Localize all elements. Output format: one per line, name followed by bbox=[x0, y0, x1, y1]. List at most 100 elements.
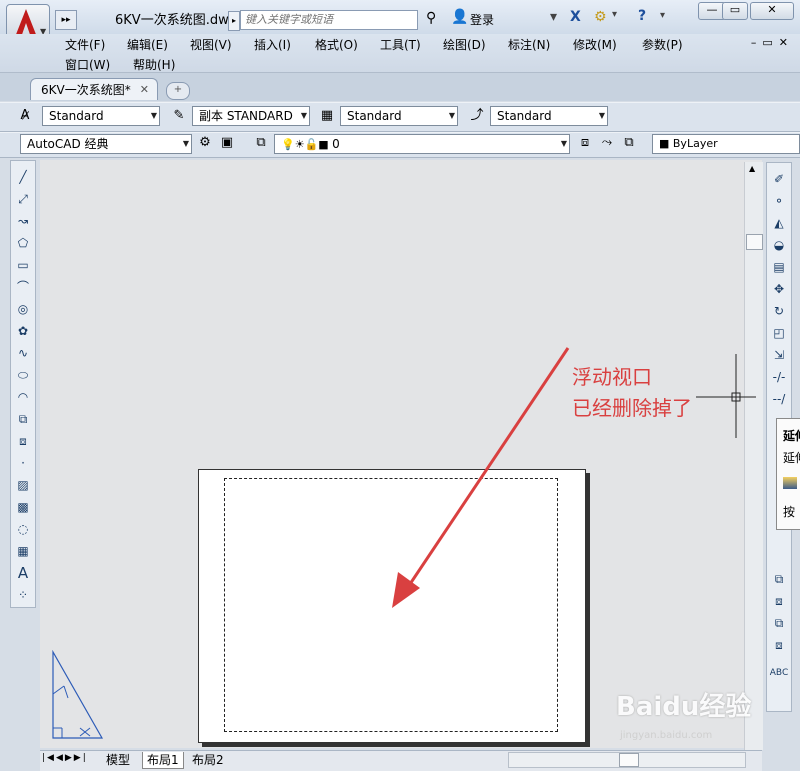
spline-icon[interactable]: ∿ bbox=[13, 343, 33, 363]
caret-down-icon[interactable]: ▾ bbox=[612, 9, 617, 20]
offset-icon[interactable]: ◒ bbox=[769, 235, 789, 255]
copy-icon[interactable]: ⚬ bbox=[769, 191, 789, 211]
dim-style-select[interactable]: 副本 STANDARD ▼ bbox=[192, 106, 310, 126]
help-icon[interactable]: ? bbox=[638, 8, 646, 24]
line-icon[interactable]: ╱ bbox=[13, 167, 33, 187]
layer-properties-icon[interactable]: ⧉ bbox=[252, 134, 270, 152]
rectangle-icon[interactable]: ▭ bbox=[13, 255, 33, 275]
insert-block-icon[interactable]: ⧉ bbox=[13, 409, 33, 429]
mirror-icon[interactable]: ◭ bbox=[769, 213, 789, 233]
table-style-select[interactable]: Standard ▼ bbox=[340, 106, 458, 126]
point-icon[interactable]: · bbox=[13, 453, 33, 473]
menu-modify[interactable]: 修改(M) bbox=[573, 36, 617, 53]
toolbar-lock-icon[interactable]: ▣ bbox=[218, 134, 236, 152]
text-front-icon[interactable]: ABC bbox=[769, 663, 789, 683]
tab-navigation-arrows[interactable]: |◀◀▶▶| bbox=[42, 753, 88, 763]
menu-format[interactable]: 格式(O) bbox=[315, 36, 358, 53]
layer-previous-icon[interactable]: ⧉ bbox=[620, 134, 638, 152]
tab-layout2[interactable]: 布局2 bbox=[188, 752, 228, 768]
ellipse-icon[interactable]: ⬭ bbox=[13, 365, 33, 385]
draworder-above-icon[interactable]: ⧉ bbox=[769, 613, 789, 633]
tooltip-title: 延伸 bbox=[783, 429, 800, 443]
scroll-thumb[interactable] bbox=[619, 753, 639, 767]
menu-dimension[interactable]: 标注(N) bbox=[508, 36, 550, 53]
menu-tools[interactable]: 工具(T) bbox=[380, 36, 421, 53]
arc-icon[interactable]: ⌒ bbox=[13, 277, 33, 297]
user-icon[interactable]: 👤 bbox=[451, 9, 468, 25]
scroll-up-icon[interactable]: ▲ bbox=[749, 164, 755, 173]
table-icon[interactable]: ▦ bbox=[13, 541, 33, 561]
subscription-icon[interactable]: ⚙ bbox=[594, 9, 607, 25]
close-button[interactable]: ✕ bbox=[750, 2, 794, 20]
ellipse-arc-icon[interactable]: ◠ bbox=[13, 387, 33, 407]
tab-layout1[interactable]: 布局1 bbox=[142, 752, 184, 769]
table-style-icon[interactable]: ▦ bbox=[318, 107, 336, 125]
rotate-icon[interactable]: ↻ bbox=[769, 301, 789, 321]
multileader-style-select[interactable]: Standard ▼ bbox=[490, 106, 608, 126]
polyline-icon[interactable]: ↝ bbox=[13, 211, 33, 231]
region-icon[interactable]: ◌ bbox=[13, 519, 33, 539]
menu-draw[interactable]: 绘图(D) bbox=[443, 36, 486, 53]
baidu-watermark-url: jingyan.baidu.com bbox=[620, 730, 713, 741]
extend-icon[interactable]: --/ bbox=[769, 389, 789, 409]
caret-down-icon[interactable]: ▾ bbox=[550, 9, 557, 25]
scroll-thumb[interactable] bbox=[746, 234, 763, 250]
construction-line-icon[interactable]: ⤢ bbox=[13, 189, 33, 209]
search-input[interactable] bbox=[240, 10, 418, 30]
menu-file[interactable]: 文件(F) bbox=[65, 36, 105, 53]
add-selected-icon[interactable]: ⁘ bbox=[13, 585, 33, 605]
menu-help[interactable]: 帮助(H) bbox=[133, 56, 175, 73]
baidu-watermark: Baidu经验 bbox=[616, 692, 752, 722]
draworder-back-icon[interactable]: ⧈ bbox=[769, 591, 789, 611]
search-expand-button[interactable]: ▸ bbox=[228, 11, 240, 31]
circle-icon[interactable]: ◎ bbox=[13, 299, 33, 319]
exchange-icon[interactable]: X bbox=[570, 9, 581, 25]
make-current-layer-icon[interactable]: ⧈ bbox=[576, 134, 594, 152]
close-icon[interactable]: ✕ bbox=[140, 79, 149, 101]
array-icon[interactable]: ▤ bbox=[769, 257, 789, 277]
tooltip-description: 延伸 bbox=[783, 451, 800, 465]
maximize-button[interactable]: ▭ bbox=[722, 2, 748, 20]
quick-access-expand-button[interactable]: ▸▸ bbox=[55, 10, 77, 30]
mdi-window-controls[interactable]: –▭✕ bbox=[751, 36, 794, 49]
layer-select[interactable]: 💡☀🔓■ 0 ▼ bbox=[274, 134, 570, 154]
text-style-icon[interactable]: A̷ bbox=[16, 107, 34, 125]
draworder-front-icon[interactable]: ⧉ bbox=[769, 569, 789, 589]
menu-insert[interactable]: 插入(I) bbox=[254, 36, 291, 53]
text-style-select[interactable]: Standard ▼ bbox=[42, 106, 160, 126]
tab-model[interactable]: 模型 bbox=[102, 752, 134, 768]
erase-icon[interactable]: ✐ bbox=[769, 169, 789, 189]
dim-style-icon[interactable]: ✎ bbox=[170, 107, 188, 125]
gradient-icon[interactable]: ▩ bbox=[13, 497, 33, 517]
vertical-scrollbar[interactable]: ▲ bbox=[744, 162, 763, 750]
multileader-style-icon[interactable]: ⤴ bbox=[468, 107, 486, 125]
ucs-icon bbox=[52, 650, 104, 739]
multiline-text-icon[interactable]: A bbox=[13, 563, 33, 583]
trim-icon[interactable]: -/- bbox=[769, 367, 789, 387]
new-tab-button[interactable]: + bbox=[166, 82, 190, 100]
hatch-icon[interactable]: ▨ bbox=[13, 475, 33, 495]
tab-active-document[interactable]: 6KV一次系统图* ✕ bbox=[30, 78, 158, 100]
login-link[interactable]: 登录 bbox=[470, 11, 494, 28]
horizontal-scrollbar[interactable] bbox=[508, 752, 746, 768]
caret-down-icon[interactable]: ▾ bbox=[660, 10, 665, 21]
menu-parameters[interactable]: 参数(P) bbox=[642, 36, 683, 53]
polygon-icon[interactable]: ⬠ bbox=[13, 233, 33, 253]
document-title: 6KV一次系统图.dwg bbox=[115, 13, 237, 28]
workspace-settings-icon[interactable]: ⚙ bbox=[196, 134, 214, 152]
workspace-select[interactable]: AutoCAD 经典 ▼ bbox=[20, 134, 192, 154]
menu-view[interactable]: 视图(V) bbox=[190, 36, 232, 53]
stretch-icon[interactable]: ⇲ bbox=[769, 345, 789, 365]
make-block-icon[interactable]: ⧈ bbox=[13, 431, 33, 451]
color-select[interactable]: ■ ByLayer bbox=[652, 134, 800, 154]
extend-tooltip: 延伸 延伸 按 bbox=[776, 418, 800, 530]
layer-match-icon[interactable]: ⤳ bbox=[598, 134, 616, 152]
menu-window[interactable]: 窗口(W) bbox=[65, 56, 110, 73]
tab-label: 6KV一次系统图* bbox=[41, 83, 131, 97]
menu-edit[interactable]: 编辑(E) bbox=[127, 36, 168, 53]
move-icon[interactable]: ✥ bbox=[769, 279, 789, 299]
binoculars-icon[interactable]: ⚲ bbox=[426, 10, 436, 26]
draworder-below-icon[interactable]: ⧈ bbox=[769, 635, 789, 655]
scale-icon[interactable]: ◰ bbox=[769, 323, 789, 343]
revision-cloud-icon[interactable]: ✿ bbox=[13, 321, 33, 341]
